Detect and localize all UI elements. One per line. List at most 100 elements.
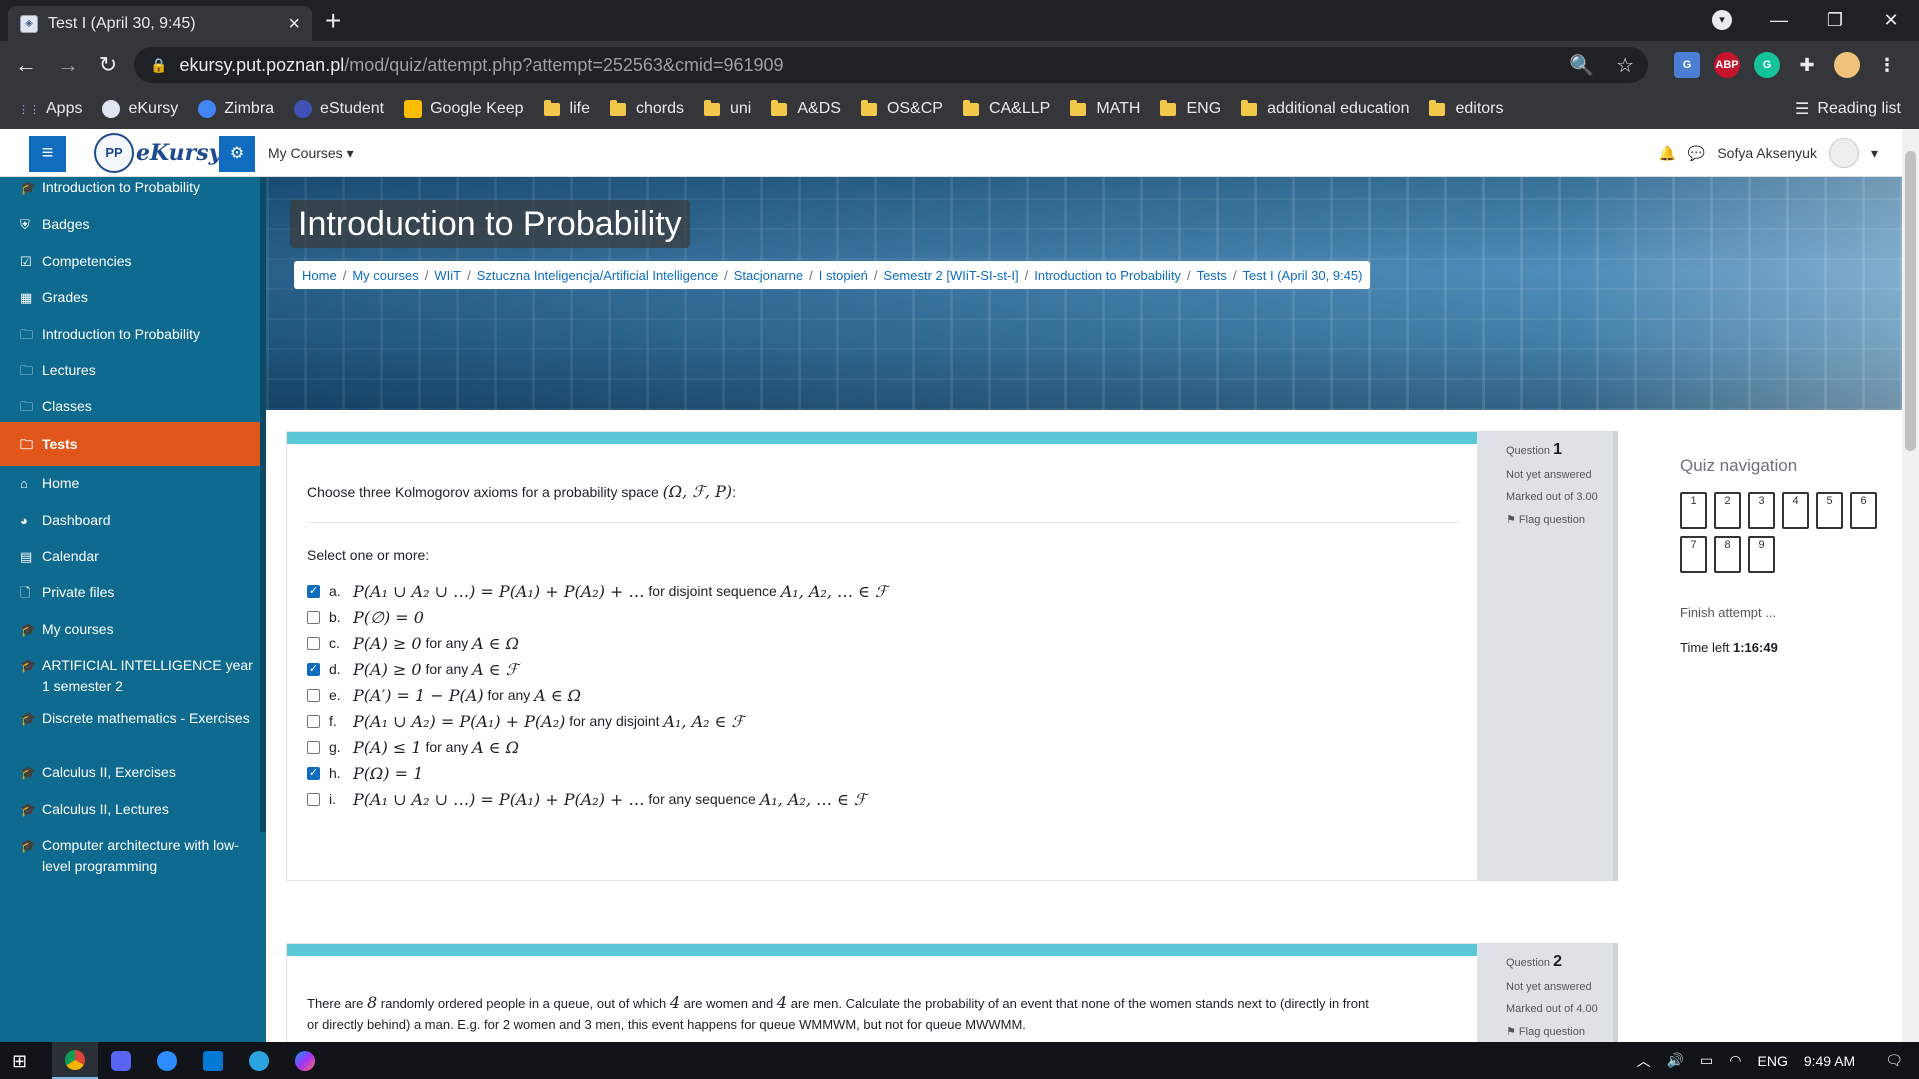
grammarly-extension-icon[interactable]: G <box>1754 52 1780 78</box>
answer-checkbox[interactable] <box>307 792 320 806</box>
lock-icon[interactable]: 🔒 <box>150 57 167 74</box>
reading-list-button[interactable]: ☰ Reading list <box>1795 89 1901 129</box>
restore-icon[interactable]: ❐ <box>1807 10 1863 31</box>
user-name[interactable]: Sofya Aksenyuk <box>1717 145 1817 161</box>
wifi-icon[interactable]: ◠ <box>1729 1052 1741 1069</box>
flag-question-link[interactable]: ⚑ Flag question <box>1506 513 1613 526</box>
answer-option[interactable]: ✓ d. P(A) ≥ 0 for any A ∈ ℱ <box>307 657 518 681</box>
sidebar-item[interactable]: 🎓 Calculus II, Lectures <box>0 799 260 820</box>
browser-menu-icon[interactable]: ⋮ <box>1874 52 1900 78</box>
bookmark-item[interactable]: eKursy <box>102 100 178 118</box>
bookmark-item[interactable]: editors <box>1429 99 1504 118</box>
breadcrumb-link[interactable]: I stopień <box>819 268 868 283</box>
sidebar-item[interactable]: 🗀 Tests <box>0 422 260 466</box>
sidebar-item[interactable]: 🎓 My courses <box>0 619 260 640</box>
chat-icon[interactable]: 💬 <box>1688 145 1705 162</box>
notifications-icon[interactable]: 🗨 <box>1885 1052 1903 1069</box>
telegram-taskbar-icon[interactable] <box>236 1042 282 1079</box>
bookmark-item[interactable]: CA&LLP <box>962 99 1050 118</box>
sidebar-item[interactable]: 🗀 Classes <box>0 396 260 417</box>
windows-start-icon[interactable]: ⊞ <box>12 1051 27 1072</box>
answer-checkbox[interactable] <box>307 636 320 650</box>
bookmark-item[interactable]: Google Keep <box>404 100 524 118</box>
answer-checkbox[interactable]: ✓ <box>307 584 320 598</box>
bookmark-item[interactable]: life <box>543 99 590 118</box>
sidebar-item[interactable]: 🗀 Introduction to Probability <box>0 324 260 345</box>
quiz-nav-question-button[interactable]: 9 <box>1748 536 1775 573</box>
answer-checkbox[interactable] <box>307 688 320 702</box>
extensions-puzzle-icon[interactable]: ✚ <box>1794 52 1820 78</box>
quiz-nav-question-button[interactable]: 3 <box>1748 492 1775 529</box>
sidebar-item[interactable]: 🎓 Computer architecture with low-level pr… <box>0 835 260 877</box>
profile-avatar-icon[interactable] <box>1834 52 1860 78</box>
bell-icon[interactable]: 🔔 <box>1658 145 1675 162</box>
answer-option[interactable]: ✓ a. P(A₁ ∪ A₂ ∪ …) = P(A₁) + P(A₂) + … fo… <box>307 579 888 603</box>
breadcrumb-link[interactable]: Stacjonarne <box>734 268 803 283</box>
answer-option[interactable]: e. P(A′) = 1 − P(A) for any A ∈ Ω <box>307 683 581 707</box>
sidebar-item[interactable]: ⌂ Home <box>0 473 260 494</box>
mail-taskbar-icon[interactable] <box>190 1042 236 1079</box>
quiz-nav-question-button[interactable]: 4 <box>1782 492 1809 529</box>
bookmark-item[interactable]: Zimbra <box>198 100 274 118</box>
quiz-nav-question-button[interactable]: 1 <box>1680 492 1707 529</box>
breadcrumb-link[interactable]: WIiT <box>434 268 461 283</box>
zoom-taskbar-icon[interactable] <box>144 1042 190 1079</box>
sidebar-item[interactable]: 🗋 Private files <box>0 582 260 603</box>
bookmark-item[interactable]: chords <box>609 99 684 118</box>
sidebar-item[interactable]: 🎓 ARTIFICIAL INTELLIGENCE year 1 semester… <box>0 655 260 697</box>
translate-extension-icon[interactable]: G <box>1674 52 1700 78</box>
reload-icon[interactable]: ↻ <box>92 49 124 81</box>
finish-attempt-link[interactable]: Finish attempt ... <box>1680 605 1900 620</box>
sidebar-item[interactable]: 🎓 Calculus II, Exercises <box>0 762 260 783</box>
site-logo[interactable]: PP eKursy <box>94 132 221 174</box>
quiz-nav-question-button[interactable]: 5 <box>1816 492 1843 529</box>
answer-option[interactable]: c. P(A) ≥ 0 for any A ∈ Ω <box>307 631 519 655</box>
volume-icon[interactable]: 🔊 <box>1667 1052 1684 1069</box>
battery-icon[interactable]: ▭ <box>1700 1052 1713 1069</box>
zoom-icon[interactable]: 🔍 <box>1569 53 1594 78</box>
sidebar-item[interactable]: ▦ Grades <box>0 287 260 308</box>
sidebar-item[interactable]: ☑ Competencies <box>0 251 260 272</box>
bookmark-item[interactable]: additional education <box>1241 99 1409 118</box>
tray-chevron-icon[interactable]: ︿ <box>1637 1051 1651 1071</box>
sidebar-item[interactable]: 🗀 Lectures <box>0 360 260 381</box>
breadcrumb-link[interactable]: Test I (April 30, 9:45) <box>1243 268 1363 283</box>
sidebar-item[interactable]: 🎓 Discrete mathematics - Exercises <box>0 708 260 729</box>
breadcrumb-link[interactable]: Introduction to Probability <box>1034 268 1181 283</box>
quiz-nav-question-button[interactable]: 6 <box>1850 492 1877 529</box>
sidebar-item[interactable]: ⛨ Badges <box>0 214 260 235</box>
bookmark-item[interactable]: ENG <box>1160 99 1221 118</box>
answer-option[interactable]: f. P(A₁ ∪ A₂) = P(A₁) + P(A₂) for any dis… <box>307 709 744 733</box>
bookmark-item[interactable]: A&DS <box>771 99 841 118</box>
answer-checkbox[interactable]: ✓ <box>307 662 320 676</box>
breadcrumb-link[interactable]: Home <box>302 268 337 283</box>
breadcrumb-link[interactable]: Tests <box>1197 268 1227 283</box>
bookmark-item[interactable]: OS&CP <box>860 99 943 118</box>
close-window-icon[interactable]: ✕ <box>1863 10 1919 31</box>
answer-option[interactable]: ✓ h. P(Ω) = 1 <box>307 761 423 785</box>
back-icon[interactable]: ← <box>10 49 42 81</box>
avatar[interactable] <box>1828 138 1859 168</box>
quiz-nav-question-button[interactable]: 7 <box>1680 536 1707 573</box>
tab-search-icon[interactable]: ▾ <box>1712 10 1732 30</box>
bookmark-star-icon[interactable]: ☆ <box>1616 53 1634 78</box>
discord-taskbar-icon[interactable] <box>98 1042 144 1079</box>
flag-question-link[interactable]: ⚑ Flag question <box>1506 1025 1613 1038</box>
clock[interactable]: 9:49 AM <box>1804 1053 1855 1069</box>
browser-tab[interactable]: ◈ Test I (April 30, 9:45) × <box>8 6 312 41</box>
answer-checkbox[interactable] <box>307 740 320 754</box>
my-courses-dropdown[interactable]: My Courses ▾ <box>268 145 354 162</box>
quiz-nav-question-button[interactable]: 2 <box>1714 492 1741 529</box>
messenger-taskbar-icon[interactable] <box>282 1042 328 1079</box>
answer-checkbox[interactable]: ✓ <box>307 766 320 780</box>
menu-toggle-icon[interactable]: ≡ <box>29 136 66 172</box>
page-scrollbar[interactable] <box>1902 129 1919 1042</box>
answer-option[interactable]: g. P(A) ≤ 1 for any A ∈ Ω <box>307 735 519 759</box>
answer-checkbox[interactable] <box>307 714 320 728</box>
new-tab-button[interactable]: + <box>325 6 341 36</box>
adblock-extension-icon[interactable]: ABP <box>1714 52 1740 78</box>
minimize-icon[interactable]: — <box>1751 10 1807 31</box>
quiz-nav-question-button[interactable]: 8 <box>1714 536 1741 573</box>
forward-icon[interactable]: → <box>52 49 84 81</box>
sidebar-item[interactable]: 🎓 Introduction to Probability <box>0 177 260 198</box>
